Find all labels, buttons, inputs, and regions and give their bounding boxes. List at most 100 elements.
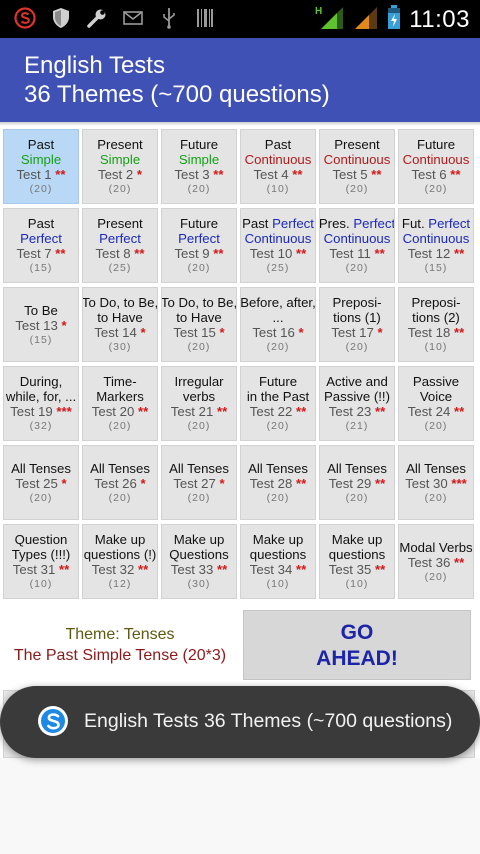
tile-title-line1: Past Perfect <box>242 216 314 231</box>
test-tile[interactable]: Preposi-tions (1) Test 17 * (20) <box>319 287 395 362</box>
go-ahead-line2: AHEAD! <box>316 647 398 670</box>
test-tile[interactable]: Time- Markers Test 20 ** (20) <box>82 366 158 441</box>
test-tile[interactable]: Before, after,... Test 16 * (20) <box>240 287 316 362</box>
tile-test-number: Test 11 ** <box>329 246 384 261</box>
tile-title-prefix: Past <box>242 216 273 231</box>
tile-title-line2: questions (!) <box>83 547 157 562</box>
test-tile[interactable]: Present Continuous Test 5 ** (20) <box>319 129 395 204</box>
tile-title-line2: Types (!!!) <box>11 547 71 562</box>
tile-title-line2: Continuous <box>244 152 312 167</box>
tile-title-line1: Future <box>179 137 219 152</box>
question-count: (15) <box>29 333 53 346</box>
tile-test-number: Test 12 ** <box>408 246 464 261</box>
question-count: (12) <box>108 578 132 590</box>
test-tile[interactable]: Future Perfect Test 9 ** (20) <box>161 208 237 283</box>
question-count: (10) <box>266 183 290 195</box>
tile-title-line1: To Do, to Be, <box>161 295 237 310</box>
test-tile[interactable]: Make up questions Test 35 ** (10) <box>319 524 395 599</box>
tile-title-line2: questions <box>328 547 386 562</box>
question-count: (20) <box>108 491 132 504</box>
question-count: (20) <box>424 570 448 583</box>
tile-title-line1: Present <box>97 216 143 231</box>
question-count: (20) <box>345 491 369 504</box>
difficulty-stars: ** <box>295 562 307 577</box>
test-tile[interactable]: To Be Test 13 * (15) <box>3 287 79 362</box>
test-tile[interactable]: Past Perfect Test 7 ** (15) <box>3 208 79 283</box>
tile-test-number: Test 36 ** <box>408 555 464 570</box>
test-tile[interactable]: All Tenses Test 30 *** (20) <box>398 445 474 520</box>
tile-title-line1: To Do, to Be, <box>82 295 158 310</box>
test-tile[interactable]: Make up questions (!) Test 32 ** (12) <box>82 524 158 599</box>
test-label: Test 3 <box>174 167 210 182</box>
tile-title-line1: Make up <box>94 532 146 547</box>
tile-test-number: Test 14 * <box>94 325 145 340</box>
test-label: Test 30 <box>405 475 448 491</box>
test-label: Test 19 <box>10 404 53 419</box>
question-count: (20) <box>266 341 290 353</box>
tile-title-line1: Pres. Perfect <box>320 216 394 231</box>
test-tile[interactable]: Fut. Perfect Continuous Test 12 ** (15) <box>398 208 474 283</box>
test-tile[interactable]: Past Perfect Continuous Test 10 ** (25) <box>240 208 316 283</box>
tile-test-number: Test 4 ** <box>253 167 302 182</box>
test-label: Test 1 <box>16 167 52 182</box>
tile-test-number: Test 8 ** <box>95 246 144 261</box>
test-tile[interactable]: Make up questions Test 34 ** (10) <box>240 524 316 599</box>
question-count: (20) <box>187 262 211 274</box>
tile-test-number: Test 31 ** <box>13 562 69 577</box>
app-subtitle: 36 Themes (~700 questions) <box>24 81 330 108</box>
tile-title-line1: Modal Verbs <box>399 539 473 555</box>
difficulty-stars: ** <box>137 404 149 419</box>
tile-title-line1: Fut. Perfect <box>402 216 470 231</box>
test-tile[interactable]: Future Simple Test 3 ** (20) <box>161 129 237 204</box>
test-tile[interactable]: Active and Passive (!!) Test 23 ** (21) <box>319 366 395 441</box>
test-tile[interactable]: All Tenses Test 28 ** (20) <box>240 445 316 520</box>
test-tile[interactable]: All Tenses Test 26 * (20) <box>82 445 158 520</box>
tile-title-line2: Questions <box>169 547 229 562</box>
tile-test-number: Test 16 * <box>252 325 303 340</box>
bottom-area <box>0 758 480 854</box>
tile-title-line1: All Tenses <box>90 460 150 476</box>
test-tile[interactable]: All Tenses Test 29 ** (20) <box>319 445 395 520</box>
test-tile[interactable]: Question Types (!!!) Test 31 ** (10) <box>3 524 79 599</box>
test-label: Test 9 <box>174 246 210 261</box>
test-tile[interactable]: Modal Verbs Test 36 ** (20) <box>398 524 474 599</box>
app-title: English Tests <box>24 52 165 79</box>
test-tile[interactable]: Passive Voice Test 24 ** (20) <box>398 366 474 441</box>
tile-test-number: Test 2 * <box>98 167 142 182</box>
test-tile[interactable]: Pres. Perfect Continuous Test 11 ** (20) <box>319 208 395 283</box>
app-bar: English Tests 36 Themes (~700 questions) <box>0 38 480 122</box>
test-tile[interactable]: Past Continuous Test 4 ** (10) <box>240 129 316 204</box>
tile-test-number: Test 28 ** <box>250 476 306 491</box>
test-tile[interactable]: During, while, for, ... Test 19 *** (32) <box>3 366 79 441</box>
go-ahead-button[interactable]: GO AHEAD! <box>243 610 471 680</box>
signal-h-icon: H <box>315 4 345 35</box>
test-tile[interactable]: All Tenses Test 27 * (20) <box>161 445 237 520</box>
tile-title-perfect: Perfect <box>272 216 314 231</box>
test-tile[interactable]: Future Continuous Test 6 ** (20) <box>398 129 474 204</box>
test-tile[interactable]: To Do, to Be, to Have Test 15 * (20) <box>161 287 237 362</box>
tile-title-line1: Past <box>264 137 292 152</box>
test-tile[interactable]: Future in the Past Test 22 ** (20) <box>240 366 316 441</box>
test-tile[interactable]: Present Perfect Test 8 ** (25) <box>82 208 158 283</box>
question-count: (20) <box>345 341 369 353</box>
test-tile[interactable]: Present Simple Test 2 * (20) <box>82 129 158 204</box>
test-tile[interactable]: Irregular verbs Test 21 ** (20) <box>161 366 237 441</box>
test-tile[interactable]: All Tenses Test 25 * (20) <box>3 445 79 520</box>
shield-icon <box>50 7 72 29</box>
test-tile[interactable]: Past Simple Test 1 ** (20) <box>3 129 79 204</box>
test-label: Test 2 <box>98 167 134 182</box>
difficulty-stars: ** <box>453 325 465 340</box>
go-ahead-line1: GO <box>340 621 374 644</box>
test-tile[interactable]: To Do, to Be, to Have Test 14 * (30) <box>82 287 158 362</box>
test-label: Test 14 <box>94 325 137 340</box>
question-count: (10) <box>29 578 53 590</box>
tile-title-line2: Simple <box>99 152 141 167</box>
test-tile[interactable]: Make up Questions Test 33 ** (30) <box>161 524 237 599</box>
header-shadow <box>0 122 480 126</box>
tile-test-number: Test 20 ** <box>92 404 148 419</box>
difficulty-stars: ** <box>216 562 228 577</box>
test-tile[interactable]: Preposi-tions (2) Test 18 ** (10) <box>398 287 474 362</box>
difficulty-stars: ** <box>295 404 307 419</box>
tile-title-prefix: Fut. <box>401 216 429 231</box>
difficulty-stars: ** <box>374 562 386 577</box>
